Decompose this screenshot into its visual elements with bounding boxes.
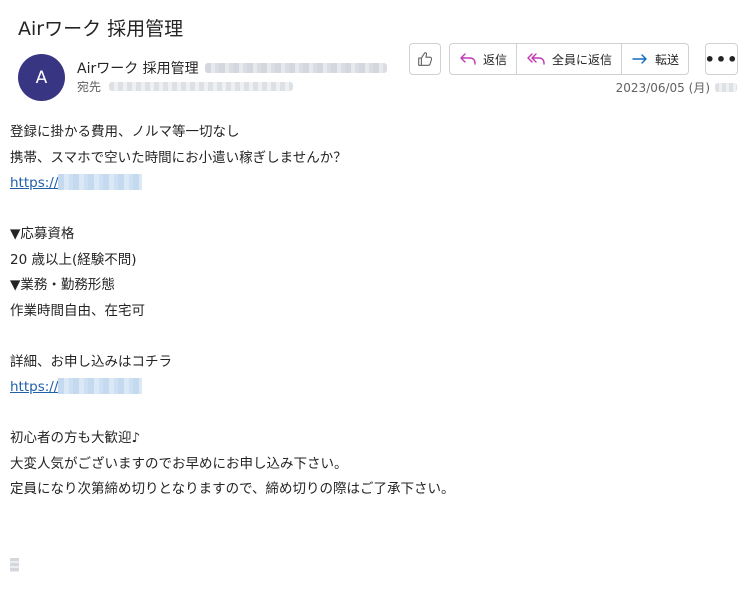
body-line: 大変人気がございますのでお早めにお申し込み下さい。 (10, 455, 348, 472)
forward-label: 転送 (655, 52, 680, 67)
to-label: 宛先 (77, 80, 102, 94)
received-date: 2023/06/05 (月) (615, 81, 710, 95)
more-actions-button[interactable]: ••• (705, 43, 738, 75)
sender-name[interactable]: Airワーク 採用管理 (77, 58, 199, 78)
reply-label: 返信 (483, 52, 508, 67)
body-link-line: https:// (10, 375, 730, 401)
reply-button[interactable]: 返信 (450, 44, 518, 74)
avatar-initial: A (35, 67, 48, 88)
more-icon: ••• (704, 49, 739, 69)
reply-all-icon (527, 53, 545, 65)
like-button[interactable] (409, 43, 441, 75)
forward-icon (632, 54, 647, 64)
sender-line: Airワーク 採用管理 (77, 58, 387, 78)
reply-all-label: 全員に返信 (552, 52, 613, 67)
forward-button[interactable]: 転送 (622, 44, 688, 74)
body-line: 作業時間自由、在宅可 (10, 302, 145, 319)
email-subject: Airワーク 採用管理 (18, 18, 184, 40)
email-body: 登録に掛かる費用、ノルマ等一切なし 携帯、スマホで空いた時間にお小遣い稼ぎしませ… (10, 120, 730, 503)
body-line: 詳細、お申し込みはコチラ (10, 353, 172, 370)
reply-all-button[interactable]: 全員に返信 (517, 44, 623, 74)
date-line: 2023/06/05 (月) (616, 79, 737, 96)
reply-icon (460, 53, 476, 65)
sender-avatar[interactable]: A (18, 54, 65, 101)
body-line: ▼応募資格 (10, 226, 75, 242)
body-line: 携帯、スマホで空いた時間にお小遣い稼ぎしませんか？ (10, 149, 347, 166)
link-redacted (58, 174, 143, 190)
recipient-line: 宛先 (77, 78, 294, 95)
body-link-line: https:// (10, 171, 730, 197)
link-redacted (58, 378, 143, 394)
recipient-address-redacted (109, 82, 294, 91)
sender-address-redacted (204, 63, 387, 73)
body-link[interactable]: https:// (10, 378, 143, 395)
reply-actions: 返信 全員に返信 転送 (449, 43, 690, 75)
body-line: 登録に掛かる費用、ノルマ等一切なし (10, 124, 240, 140)
thumbs-up-icon (418, 52, 433, 66)
body-line: 定員になり次第締め切りとなりますので、締め切りの際はご了承下さい。 (10, 481, 455, 497)
signature-redacted (10, 558, 19, 572)
received-time-redacted (715, 83, 737, 92)
body-line: 20 歳以上(経験不問) (10, 251, 137, 268)
body-link[interactable]: https:// (10, 174, 143, 191)
body-line: 初心者の方も大歓迎♪ (10, 430, 141, 446)
body-line: ▼業務・勤務形態 (10, 277, 115, 293)
